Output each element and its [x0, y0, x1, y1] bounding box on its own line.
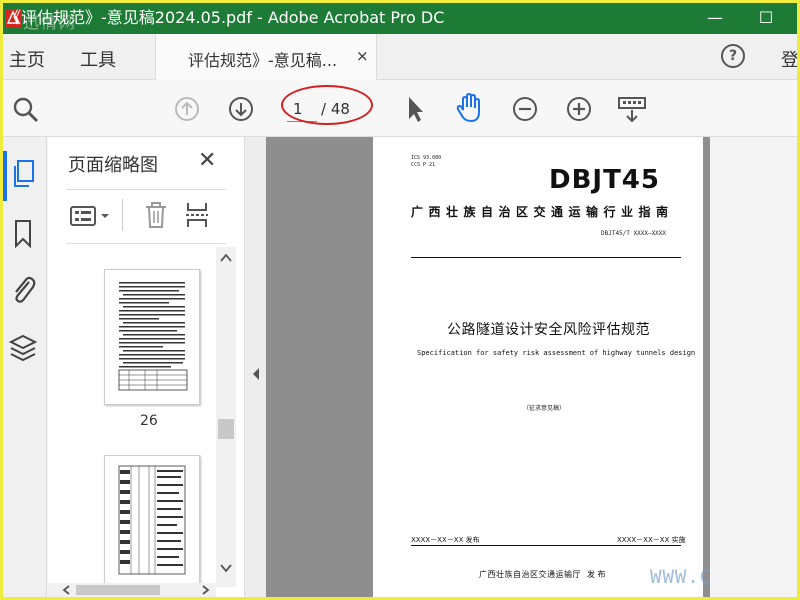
help-icon[interactable]: ?	[721, 44, 745, 68]
tab-document[interactable]: 评估规范》-意见稿... ×	[155, 34, 377, 80]
doc-ics-code: ICS 93.080	[411, 155, 442, 161]
trash-icon[interactable]	[144, 201, 168, 229]
attachment-icon[interactable]	[9, 273, 37, 305]
page-thumbnail[interactable]	[104, 455, 200, 585]
keyboard-download-icon[interactable]	[617, 96, 647, 124]
doc-ccs-code: CCS P 21	[411, 162, 436, 168]
annotation-ellipse	[281, 85, 373, 125]
doc-publisher: 广西壮族自治区交通运输厅	[479, 570, 581, 579]
doc-title-en: Specification for safety risk assessment…	[417, 349, 696, 357]
doc-brand: DBJT45	[549, 165, 660, 195]
main-toolbar: 1 / 48	[3, 80, 797, 137]
navigation-rail	[3, 137, 47, 597]
tab-home[interactable]: 主页	[9, 46, 45, 72]
thumbnail-panel: 页面缩略图 ✕ 26	[48, 137, 244, 597]
watermark-text: 迅情网	[23, 13, 78, 32]
doc-draft: （征求意见稿）	[523, 405, 566, 412]
scroll-up-icon[interactable]	[220, 253, 232, 263]
thumbnail-options-icon[interactable]	[70, 205, 114, 227]
maximize-button[interactable]: ☐	[751, 5, 781, 31]
doc-ics: ICS 93.080 CCS P 21	[411, 155, 441, 169]
panel-divider	[66, 189, 226, 190]
page-down-icon[interactable]	[227, 95, 255, 123]
zoom-out-icon[interactable]	[511, 95, 539, 123]
scroll-left-icon[interactable]	[62, 585, 72, 595]
doc-standard-code: DBJT45/T XXXX—XXXX	[601, 230, 667, 237]
doc-issue-date: XXXX－XX－XX 发布	[411, 536, 480, 544]
doc-title: 公路隧道设计安全风险评估规范	[447, 322, 650, 338]
tab-tools[interactable]: 工具	[80, 46, 116, 72]
close-panel-icon[interactable]: ✕	[198, 148, 216, 173]
scroll-right-icon[interactable]	[200, 585, 210, 595]
bookmark-icon[interactable]	[13, 219, 33, 249]
doc-impl-date: XXXX－XX－XX 实施	[617, 536, 686, 544]
layers-icon[interactable]	[9, 333, 37, 363]
scroll-thumb[interactable]	[218, 419, 234, 439]
page-thumbnails-icon[interactable]	[11, 159, 37, 189]
thumbnail-horizontal-scrollbar[interactable]	[48, 583, 216, 597]
thumbnail-page-number: 26	[140, 413, 158, 429]
page-thumbnail[interactable]	[104, 269, 200, 405]
app-window: 《评估规范》-意见稿2024.05.pdf - Adobe Acrobat Pr…	[3, 3, 797, 597]
doc-rule	[411, 545, 681, 546]
insert-page-icon[interactable]	[184, 201, 212, 229]
search-icon[interactable]	[11, 95, 41, 125]
doc-publish-word: 发 布	[587, 570, 606, 579]
select-cursor-icon[interactable]	[405, 95, 425, 123]
doc-org: 广西壮族自治区交通运输行业指南	[411, 205, 674, 219]
title-bar: 《评估规范》-意见稿2024.05.pdf - Adobe Acrobat Pr…	[3, 3, 797, 34]
scroll-thumb[interactable]	[76, 585, 160, 595]
panel-title: 页面缩略图	[68, 155, 158, 176]
panel-divider	[66, 243, 226, 244]
doc-rule	[411, 257, 681, 258]
close-tab-icon[interactable]: ×	[356, 47, 369, 65]
panel-collapse-strip[interactable]	[244, 137, 266, 597]
toolbar-divider	[122, 199, 123, 231]
page-up-icon[interactable]	[173, 95, 201, 123]
hand-tool-icon[interactable]	[455, 92, 485, 124]
scroll-down-icon[interactable]	[220, 563, 232, 573]
watermark-text: WWW.C	[650, 566, 713, 588]
active-indicator	[3, 151, 7, 201]
zoom-in-icon[interactable]	[565, 95, 593, 123]
thumbnail-vertical-scrollbar[interactable]	[216, 247, 236, 587]
tab-document-label: 评估规范》-意见稿...	[188, 51, 338, 70]
sign-in-button[interactable]: 登	[781, 46, 797, 72]
minimize-button[interactable]: —	[700, 5, 730, 31]
pdf-page: ICS 93.080 CCS P 21 DBJT45 广西壮族自治区交通运输行业…	[373, 137, 703, 597]
tab-bar: 主页 工具 评估规范》-意见稿... × ? 登	[3, 34, 797, 80]
document-view[interactable]: ICS 93.080 CCS P 21 DBJT45 广西壮族自治区交通运输行业…	[266, 137, 710, 597]
collapse-arrow-icon[interactable]	[251, 367, 261, 381]
right-margin	[710, 137, 797, 597]
